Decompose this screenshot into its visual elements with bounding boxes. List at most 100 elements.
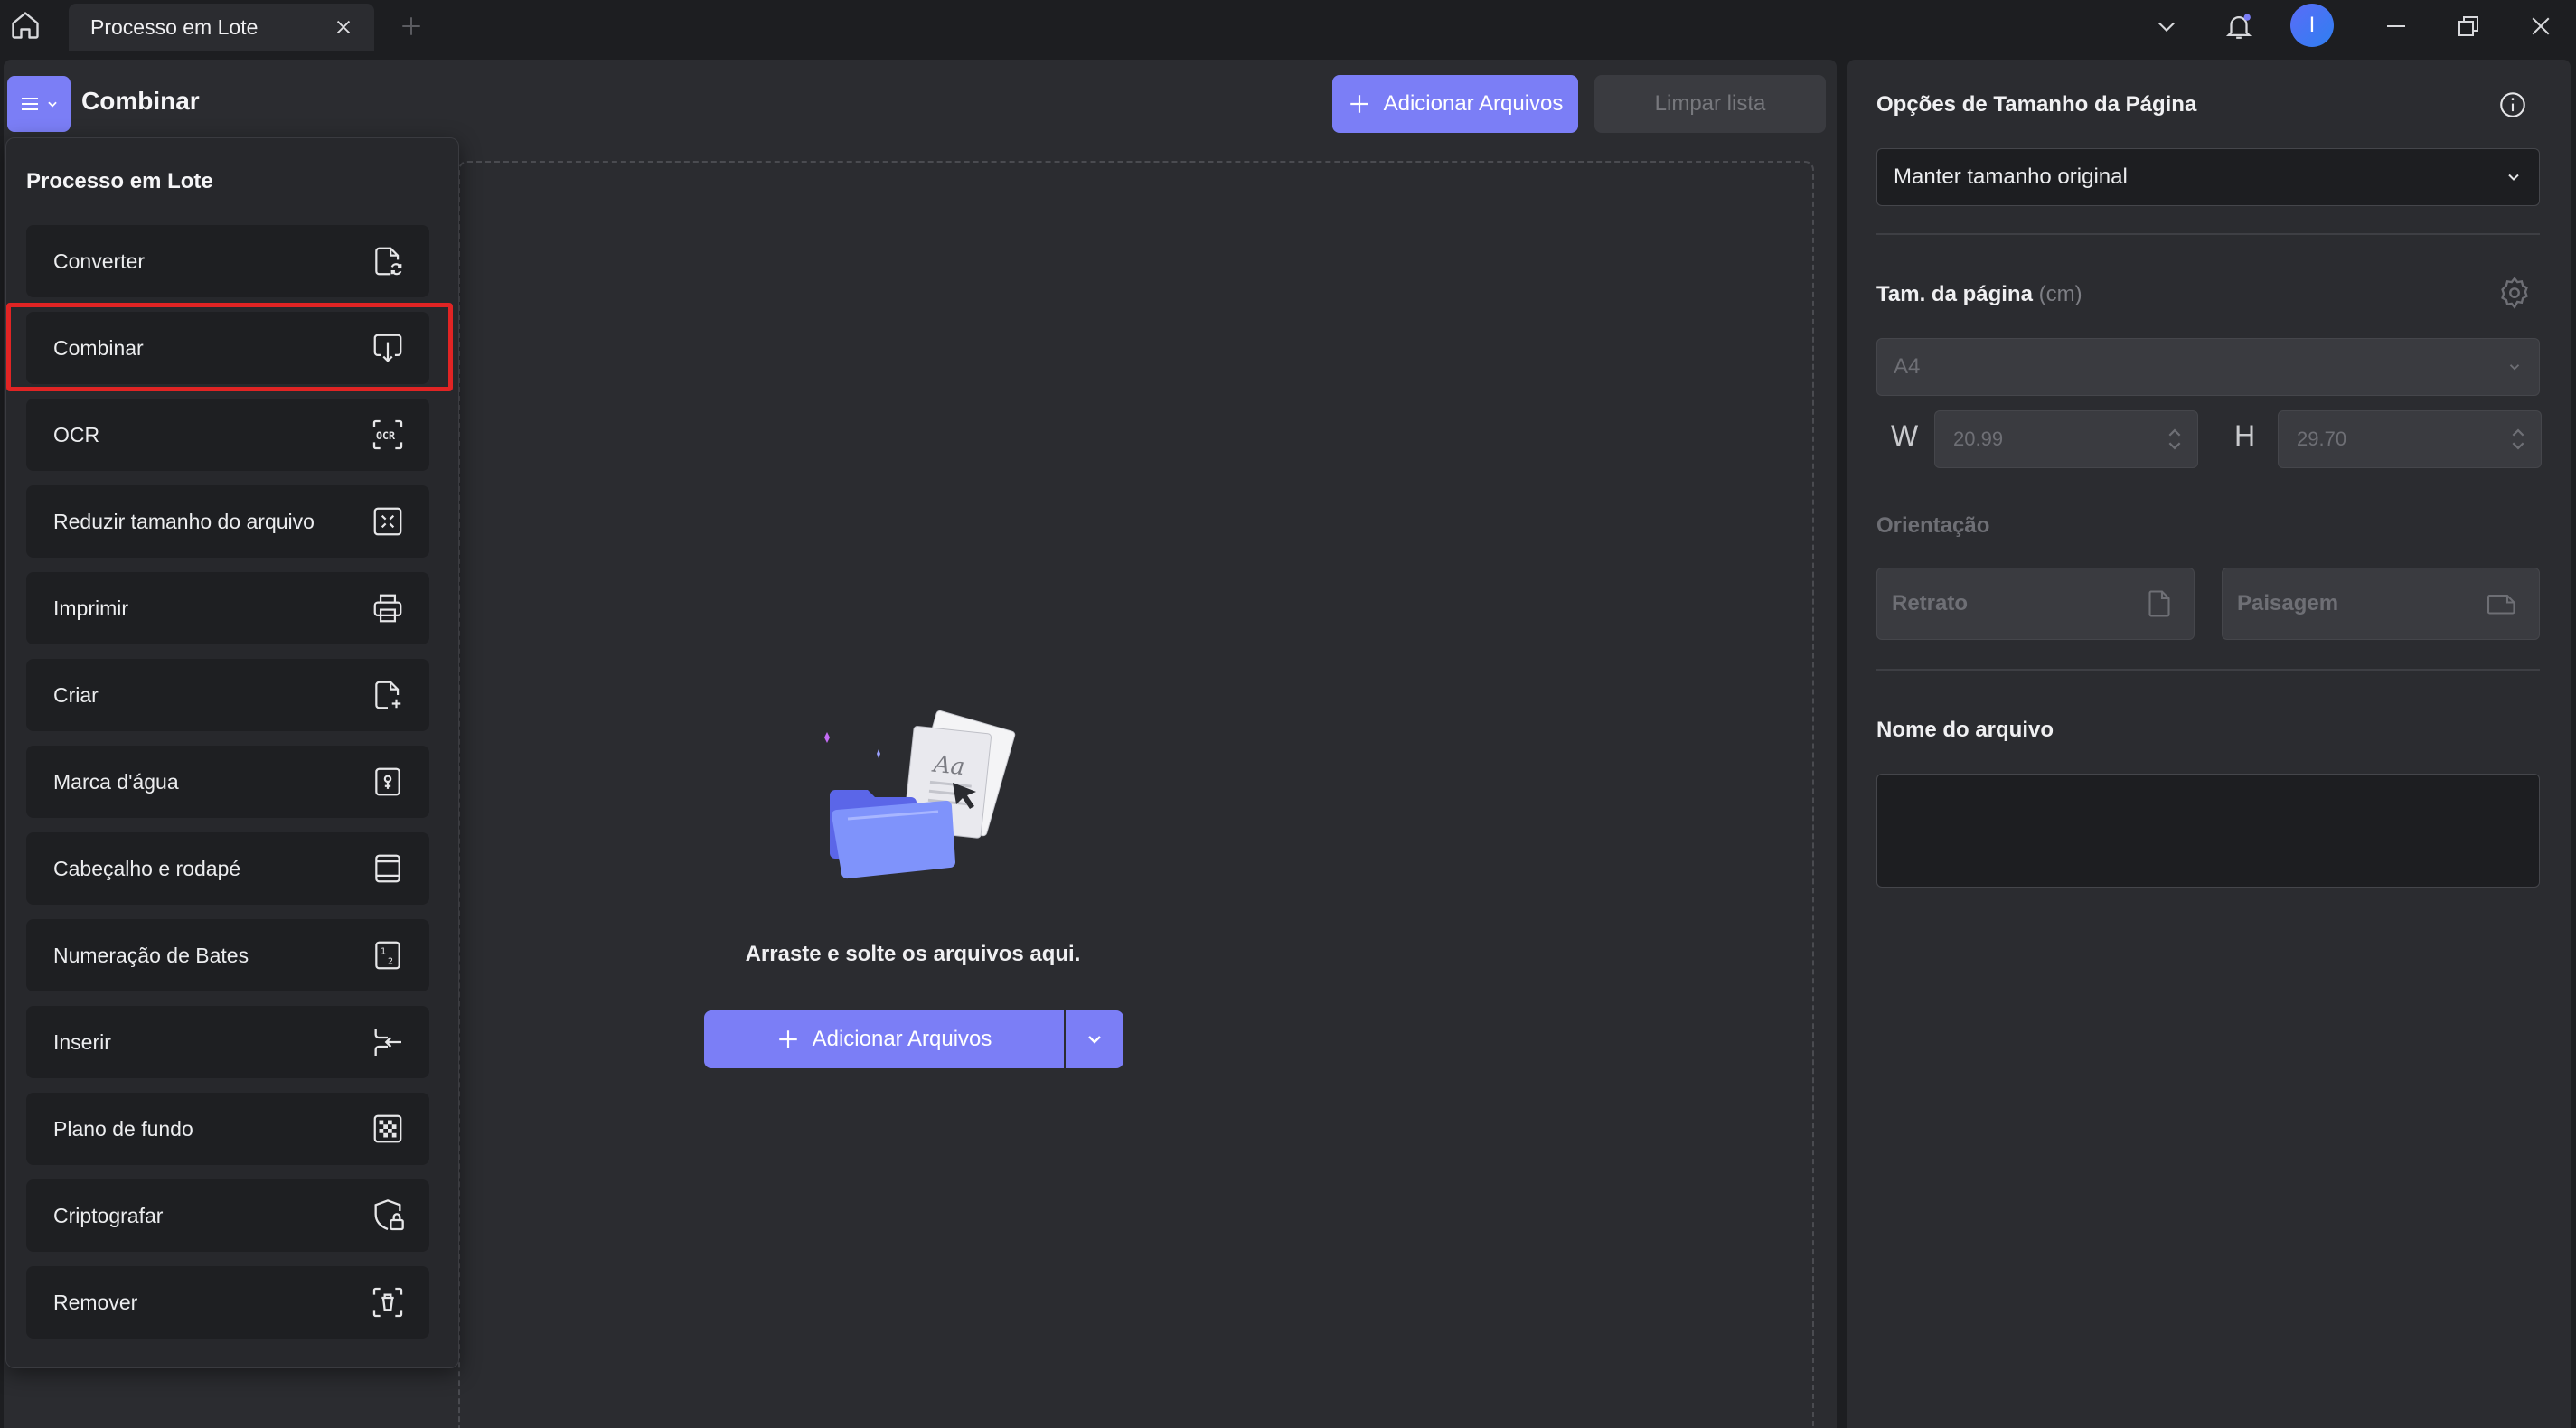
menu-item-plano-de-fundo[interactable]: Plano de fundo <box>26 1093 429 1165</box>
batch-process-menu: Processo em Lote Converter Combinar OCR … <box>5 137 459 1368</box>
paper-size-value: A4 <box>1894 354 1921 379</box>
svg-text:OCR: OCR <box>376 429 396 442</box>
tab-title: Processo em Lote <box>90 14 259 39</box>
page-title: Combinar <box>81 87 200 115</box>
filename-input[interactable] <box>1876 774 2540 888</box>
drop-instructions: Arraste e solte os arquivos aqui. <box>745 942 1081 966</box>
title-bar: Processo em Lote I <box>0 0 2576 52</box>
gear-icon[interactable] <box>2495 273 2534 313</box>
add-files-button[interactable]: Adicionar Arquivos <box>1332 75 1578 133</box>
menu-item-criar[interactable]: Criar <box>26 659 429 731</box>
svg-text:2: 2 <box>388 957 393 967</box>
avatar-initial: I <box>2308 13 2316 37</box>
page-size-option-value: Manter tamanho original <box>1894 164 2128 189</box>
menu-item-ocr[interactable]: OCR OCR <box>26 399 429 471</box>
add-files-label: Adicionar Arquivos <box>1383 91 1564 116</box>
portrait-button[interactable]: Retrato <box>1876 568 2195 640</box>
menu-item-label: Reduzir tamanho do arquivo <box>53 509 315 533</box>
menu-toggle-button[interactable] <box>7 76 71 132</box>
width-label: W <box>1891 419 1919 452</box>
menu-item-label: Numeração de Bates <box>53 943 249 967</box>
menu-title: Processo em Lote <box>26 169 213 193</box>
menu-item-label: Criptografar <box>53 1203 164 1227</box>
menu-item-inserir[interactable]: Inserir <box>26 1006 429 1078</box>
remove-icon <box>370 1284 406 1320</box>
tab-processo-em-lote[interactable]: Processo em Lote <box>69 4 374 51</box>
menu-item-cabecalho-rodape[interactable]: Cabeçalho e rodapé <box>26 832 429 905</box>
page-size-option-select[interactable]: Manter tamanho original <box>1876 148 2540 206</box>
height-value: 29.70 <box>2297 427 2347 450</box>
hamburger-icon <box>22 98 38 110</box>
options-panel: Opções de Tamanho da Página Manter taman… <box>1847 60 2571 1428</box>
menu-item-label: Remover <box>53 1290 138 1314</box>
add-files-center-label: Adicionar Arquivos <box>812 1027 992 1051</box>
menu-item-imprimir[interactable]: Imprimir <box>26 572 429 644</box>
info-icon[interactable] <box>2495 87 2531 123</box>
portrait-page-icon <box>2148 590 2170 617</box>
menu-item-label: Imprimir <box>53 596 129 620</box>
notification-bell-icon[interactable] <box>2218 5 2260 47</box>
stepper-arrows-icon <box>2168 428 2181 450</box>
create-icon <box>370 677 406 713</box>
close-window-icon[interactable] <box>2520 5 2562 47</box>
svg-text:1: 1 <box>381 946 386 956</box>
menu-item-remover[interactable]: Remover <box>26 1266 429 1339</box>
filename-heading: Nome do arquivo <box>1876 718 2054 742</box>
divider <box>1876 669 2540 671</box>
chevron-down-icon <box>2509 364 2520 371</box>
menu-item-numeracao-bates[interactable]: Numeração de Bates 12 <box>26 919 429 991</box>
selected-item-highlight <box>6 303 453 391</box>
convert-icon <box>370 243 406 279</box>
menu-item-converter[interactable]: Converter <box>26 225 429 297</box>
landscape-page-icon <box>2487 594 2515 615</box>
menu-item-reduzir-tamanho[interactable]: Reduzir tamanho do arquivo <box>26 485 429 558</box>
chevron-down-icon[interactable] <box>2146 5 2187 47</box>
minimize-icon[interactable] <box>2375 5 2417 47</box>
folder-documents-illustration: Aa <box>824 710 1016 879</box>
chevron-down-icon <box>48 101 57 108</box>
background-icon <box>370 1111 406 1147</box>
page-size-options-heading: Opções de Tamanho da Página <box>1876 92 2197 117</box>
menu-item-label: Converter <box>53 249 145 273</box>
paper-size-select[interactable]: A4 <box>1876 338 2540 396</box>
drop-zone[interactable] <box>458 161 1814 1428</box>
bates-icon: 12 <box>370 937 406 973</box>
home-icon[interactable] <box>5 5 45 45</box>
print-icon <box>370 590 406 626</box>
encrypt-icon <box>370 1198 406 1234</box>
menu-item-label: Criar <box>53 682 99 707</box>
restore-window-icon[interactable] <box>2448 5 2489 47</box>
menu-item-label: Marca d'água <box>53 769 179 794</box>
avatar[interactable]: I <box>2290 4 2334 47</box>
portrait-label: Retrato <box>1892 591 1969 615</box>
landscape-button[interactable]: Paisagem <box>2222 568 2540 640</box>
plus-icon <box>1349 95 1368 113</box>
chevron-down-icon <box>2508 174 2519 181</box>
width-stepper[interactable]: 20.99 <box>1934 410 2198 468</box>
height-stepper[interactable]: 29.70 <box>2278 410 2542 468</box>
add-files-center-button[interactable]: Adicionar Arquivos <box>704 1010 1064 1068</box>
clear-list-button[interactable]: Limpar lista <box>1594 75 1826 133</box>
width-value: 20.99 <box>1953 427 2004 450</box>
page-size-label: Tam. da página <box>1876 282 2033 306</box>
menu-item-criptografar[interactable]: Criptografar <box>26 1179 429 1252</box>
page-size-unit: (cm) <box>2038 282 2082 306</box>
new-tab-plus-icon[interactable] <box>398 13 425 40</box>
add-files-dropdown-button[interactable] <box>1066 1010 1123 1068</box>
stepper-arrows-icon <box>2512 428 2524 450</box>
menu-item-label: OCR <box>53 422 100 446</box>
header-footer-icon <box>370 850 406 887</box>
svg-text:Aa: Aa <box>931 751 966 782</box>
menu-item-label: Cabeçalho e rodapé <box>53 856 241 880</box>
plus-icon <box>778 1030 797 1048</box>
divider <box>1876 233 2540 235</box>
insert-icon <box>370 1024 406 1060</box>
height-label: H <box>2234 419 2256 452</box>
clear-list-label: Limpar lista <box>1654 91 1766 116</box>
compress-icon <box>370 503 406 540</box>
watermark-icon <box>370 764 406 800</box>
close-icon[interactable] <box>331 14 356 40</box>
landscape-label: Paisagem <box>2237 591 2339 615</box>
menu-item-marca-dagua[interactable]: Marca d'água <box>26 746 429 818</box>
orientation-heading: Orientação <box>1876 513 1990 538</box>
